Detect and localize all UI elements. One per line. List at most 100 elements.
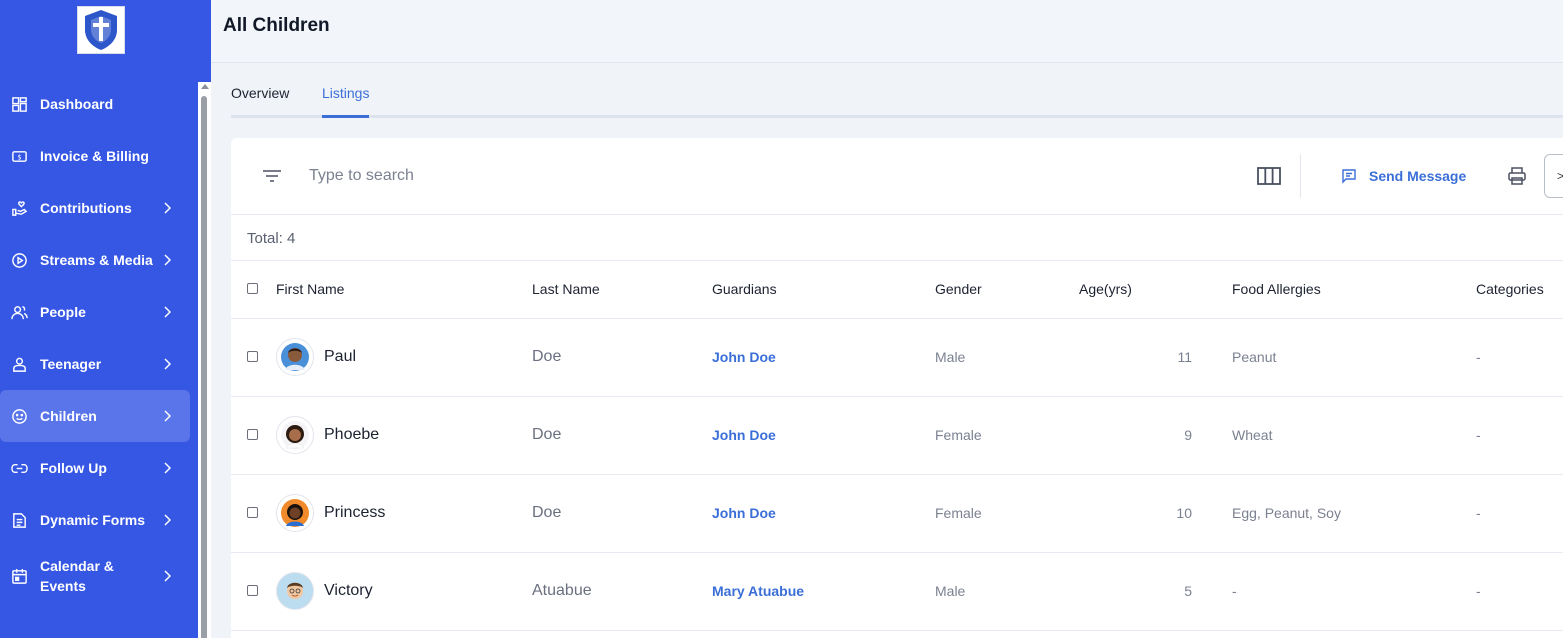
sidebar-item-label: Follow Up xyxy=(40,460,107,476)
page-header: All Children xyxy=(211,0,1563,63)
column-header-last-name[interactable]: Last Name xyxy=(532,261,712,319)
sidebar-item-label: Calendar & Events xyxy=(40,558,114,594)
column-header-food-allergies[interactable]: Food Allergies xyxy=(1232,261,1476,319)
categories: - xyxy=(1476,474,1563,553)
chevron-right-icon xyxy=(161,462,173,474)
page-title: All Children xyxy=(223,15,330,36)
sidebar-item-children[interactable]: Children xyxy=(0,390,190,442)
sidebar-item-contributions[interactable]: Contributions xyxy=(0,182,198,234)
categories: - xyxy=(1476,396,1563,475)
logo[interactable] xyxy=(77,6,125,54)
row-checkbox[interactable] xyxy=(247,429,258,440)
last-name: Atuabue xyxy=(532,552,712,631)
guardian-link[interactable]: John Doe xyxy=(712,427,776,443)
table-header-row: First Name Last Name Guardians Gender Ag… xyxy=(231,261,1563,319)
table-row[interactable]: Princess Doe John Doe Female 10 Egg, Pea… xyxy=(231,474,1563,553)
guardian-link[interactable]: John Doe xyxy=(712,349,776,365)
column-header-gender[interactable]: Gender xyxy=(935,261,1079,319)
food-allergies: Egg, Peanut, Soy xyxy=(1232,474,1476,553)
sidebar-item-follow-up[interactable]: Follow Up xyxy=(0,442,198,494)
column-header-age[interactable]: Age(yrs) xyxy=(1079,261,1232,319)
row-checkbox[interactable] xyxy=(247,585,258,596)
table-row[interactable]: Victory Atuabue Mary Atuabue Male 5 - - xyxy=(231,552,1563,631)
tab-listings[interactable]: Listings xyxy=(322,85,370,118)
column-header-categories[interactable]: Categories xyxy=(1476,261,1563,319)
sidebar-scrollbar[interactable] xyxy=(198,82,211,638)
columns-icon[interactable] xyxy=(1256,165,1282,187)
sidebar-item-label: Dashboard xyxy=(40,96,114,112)
first-name-cell: Paul xyxy=(276,318,532,397)
chevron-right-icon xyxy=(161,254,173,266)
table-row[interactable]: Phoebe Doe John Doe Female 9 Wheat - xyxy=(231,396,1563,475)
row-checkbox[interactable] xyxy=(247,507,258,518)
gender: Male xyxy=(935,552,1079,631)
sidebar-item-label: Teenager xyxy=(40,356,102,372)
child-avatar-icon xyxy=(281,577,309,605)
select-all-cell xyxy=(231,261,276,319)
message-icon xyxy=(1342,169,1356,184)
sidebar-nav: Dashboard $ Invoice & Billing Contributi… xyxy=(0,78,198,606)
age: 5 xyxy=(1079,552,1232,631)
children-table: First Name Last Name Guardians Gender Ag… xyxy=(231,261,1563,631)
select-all-checkbox[interactable] xyxy=(247,283,258,295)
food-allergies: Peanut xyxy=(1232,318,1476,397)
last-name: Doe xyxy=(532,396,712,475)
chevron-right-icon xyxy=(161,570,173,582)
first-name: Phoebe xyxy=(324,426,380,443)
search-input[interactable] xyxy=(309,162,809,190)
sidebar-item-teenager[interactable]: Teenager xyxy=(0,338,198,390)
gender: Female xyxy=(935,474,1079,553)
child-avatar-icon xyxy=(281,343,309,371)
first-name-cell: Victory xyxy=(276,552,532,631)
chevron-right-icon xyxy=(161,410,173,422)
food-allergies: Wheat xyxy=(1232,396,1476,475)
row-checkbox-cell xyxy=(231,318,276,397)
sidebar-item-streams-media[interactable]: Streams & Media xyxy=(0,234,198,286)
last-name: Doe xyxy=(532,318,712,397)
row-checkbox-cell xyxy=(231,396,276,475)
dashboard-icon xyxy=(10,95,28,113)
toolbar: Send Message > xyxy=(231,138,1563,215)
scroll-up-arrow-icon[interactable] xyxy=(201,84,209,89)
people-icon xyxy=(10,303,28,321)
tab-bar: Overview Listings xyxy=(231,78,1563,118)
sidebar-item-label: Invoice & Billing xyxy=(40,148,149,164)
listings-card: Send Message > Total: 4 First Name Last … xyxy=(231,138,1563,638)
more-button[interactable]: > xyxy=(1544,154,1563,198)
filter-icon[interactable] xyxy=(261,165,283,187)
guardian-link[interactable]: John Doe xyxy=(712,505,776,521)
avatar xyxy=(276,494,314,532)
total-count: Total: 4 xyxy=(247,230,296,247)
sidebar-item-label: Contributions xyxy=(40,200,132,216)
tab-overview[interactable]: Overview xyxy=(231,85,289,115)
child-avatar-icon xyxy=(281,421,309,449)
user-icon xyxy=(10,355,28,373)
table-row[interactable]: Paul Doe John Doe Male 11 Peanut - xyxy=(231,318,1563,397)
gender: Male xyxy=(935,318,1079,397)
link-icon xyxy=(10,459,28,477)
column-header-first-name[interactable]: First Name xyxy=(276,261,532,319)
sidebar-item-label: People xyxy=(40,304,86,320)
chevron-right-icon xyxy=(161,358,173,370)
sidebar-item-dashboard[interactable]: Dashboard xyxy=(0,78,198,130)
svg-text:$: $ xyxy=(17,153,21,161)
sidebar-item-people[interactable]: People xyxy=(0,286,198,338)
first-name: Paul xyxy=(324,348,357,365)
sidebar-item-invoice-billing[interactable]: $ Invoice & Billing xyxy=(0,130,198,182)
guardian-link[interactable]: Mary Atuabue xyxy=(712,583,804,599)
column-header-guardians[interactable]: Guardians xyxy=(712,261,935,319)
sidebar-item-calendar-events[interactable]: Calendar & Events xyxy=(0,546,198,606)
avatar xyxy=(276,572,314,610)
row-checkbox[interactable] xyxy=(247,351,258,362)
scrollbar-thumb[interactable] xyxy=(201,96,207,638)
age: 9 xyxy=(1079,396,1232,475)
send-message-button[interactable]: Send Message xyxy=(1341,165,1466,187)
chevron-right-icon xyxy=(161,514,173,526)
print-icon[interactable] xyxy=(1507,166,1527,186)
invoice-icon: $ xyxy=(10,147,28,165)
first-name: Victory xyxy=(324,582,373,599)
send-message-label: Send Message xyxy=(1369,168,1467,184)
chevron-right-icon xyxy=(161,202,173,214)
categories: - xyxy=(1476,552,1563,631)
sidebar-item-dynamic-forms[interactable]: Dynamic Forms xyxy=(0,494,198,546)
